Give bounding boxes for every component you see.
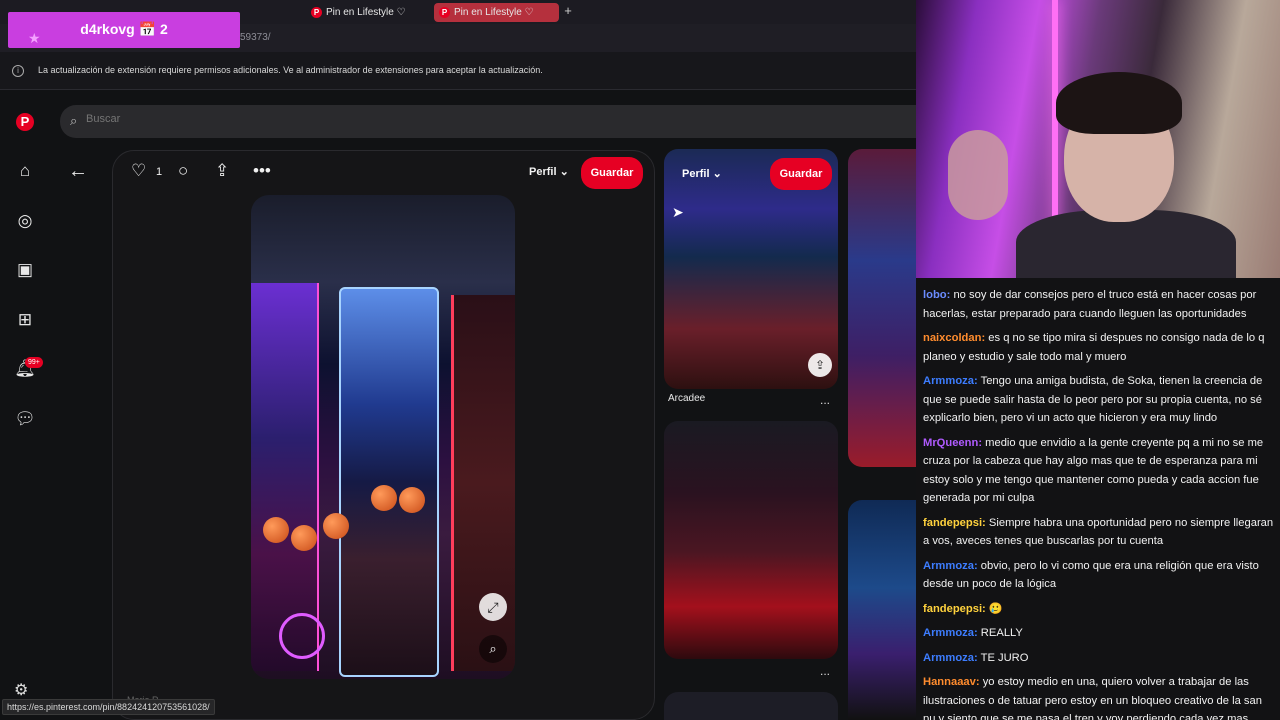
save-button[interactable]: Guardar <box>770 158 832 190</box>
pinterest-favicon-icon: P <box>439 7 450 18</box>
chat-message: Hannaaav: yo estoy medio en una, quiero … <box>923 673 1274 720</box>
extension-notification-bar: i La actualización de extensión requiere… <box>0 52 916 90</box>
related-pin-card[interactable] <box>848 500 916 720</box>
boards-icon[interactable]: ▣ <box>14 259 36 281</box>
visual-search-icon[interactable]: ⌕ <box>479 635 507 663</box>
pin-image[interactable]: ⤢ ⌕ <box>251 195 515 679</box>
link-status-bar: https://es.pinterest.com/pin/88242412075… <box>2 699 215 715</box>
chat-username: lobo: <box>923 289 951 301</box>
settings-gear-icon[interactable]: ⚙ <box>14 680 28 700</box>
browser-tab-active[interactable]: P Pin en Lifestyle ♡ <box>434 3 559 22</box>
webcam-feed <box>916 0 1280 278</box>
basketball <box>291 525 317 551</box>
like-count: 1 <box>156 166 163 178</box>
stream-name-badge: ★ d4rkovg 📅 2 <box>8 12 240 48</box>
search-input[interactable] <box>86 113 586 125</box>
arcade-cabinet-center <box>339 287 439 677</box>
chat-username: naixcoldan: <box>923 332 986 344</box>
basketball <box>263 517 289 543</box>
chat-message: Armmoza: TE JURO <box>923 649 1274 668</box>
chat-username: Hannaaav: <box>923 676 980 688</box>
profile-board-dropdown[interactable]: Perfil ⌄ <box>529 165 569 178</box>
arcade-cabinet-left <box>251 283 319 671</box>
new-tab-button[interactable]: + <box>561 4 575 18</box>
chat-message: lobo: no soy de dar consejos pero el tru… <box>923 286 1274 323</box>
streamer-hair <box>1056 72 1182 134</box>
related-pin-title[interactable]: Arcadee <box>668 393 705 404</box>
search-bar[interactable]: ⌕ <box>60 105 916 138</box>
home-icon[interactable]: ⌂ <box>14 160 36 182</box>
profile-label: Perfil <box>682 168 710 180</box>
stream-name-text: d4rkovg 📅 2 <box>80 21 168 37</box>
pinterest-logo-icon[interactable]: P <box>16 113 34 131</box>
browser-tab[interactable]: P Pin en Lifestyle ♡ <box>306 3 426 22</box>
chat-username: MrQueenn: <box>923 436 983 449</box>
chat-username: Armmoza: <box>923 627 978 639</box>
basketball <box>323 513 349 539</box>
chat-message: fandepepsi: 🥲 <box>923 600 1274 619</box>
pin-toolbar: ♡ 1 ○ ⇪ ••• Perfil ⌄ Guardar <box>113 151 654 195</box>
tab-label: Pin en Lifestyle ♡ <box>454 7 534 18</box>
related-pin-card[interactable] <box>664 692 838 720</box>
comment-icon[interactable]: ○ <box>178 161 188 181</box>
related-pin-card[interactable] <box>664 421 838 659</box>
hand <box>948 130 1008 220</box>
chat-username: Armmoza: <box>923 651 978 664</box>
more-options-icon[interactable]: ... <box>820 664 830 678</box>
chat-text: 🥲 <box>985 602 1003 615</box>
search-icon: ⌕ <box>70 113 78 128</box>
more-options-icon[interactable]: ••• <box>253 161 271 181</box>
screen: { "browser": { "tabs": [ {"label": "Pin … <box>0 0 1280 720</box>
explore-compass-icon[interactable]: ◎ <box>14 210 36 232</box>
share-icon[interactable]: ⇪ <box>215 161 229 181</box>
save-button[interactable]: Guardar <box>581 157 643 189</box>
related-pin-card[interactable] <box>848 149 916 467</box>
back-arrow-icon[interactable]: ← <box>68 160 88 183</box>
mouse-cursor-icon: ➤ <box>672 204 684 220</box>
expand-icon[interactable]: ⤢ <box>479 593 507 621</box>
chat-username: fandepepsi: <box>923 602 986 615</box>
info-icon: i <box>12 65 24 77</box>
stream-chat: lobo: no soy de dar consejos pero el tru… <box>916 278 1280 720</box>
chat-message: Armmoza: obvio, pero lo vi como que era … <box>923 557 1274 594</box>
pinterest-favicon-icon: P <box>311 7 322 18</box>
chat-username: Armmoza: <box>923 375 978 387</box>
profile-board-dropdown[interactable]: Perfil ⌄ <box>682 167 722 180</box>
chat-username: fandepepsi: <box>923 516 986 529</box>
tab-label: Pin en Lifestyle ♡ <box>326 7 406 18</box>
chat-message: MrQueenn: medio que envidio a la gente c… <box>923 434 1274 508</box>
chat-text: no soy de dar consejos pero el truco est… <box>923 289 1257 320</box>
chat-text: REALLY <box>977 627 1023 639</box>
basketball <box>371 485 397 511</box>
heart-icon[interactable]: ♡ <box>131 161 146 181</box>
create-plus-icon[interactable]: ⊞ <box>14 309 36 331</box>
chat-message: naixcoldan: es q no se tipo mira si desp… <box>923 329 1274 366</box>
notification-text: La actualización de extensión requiere p… <box>38 65 543 75</box>
chat-text: TE JURO <box>977 651 1029 664</box>
related-pin-card[interactable]: Perfil ⌄ Guardar ⇪ <box>664 149 838 389</box>
pinterest-sidebar: P ⌂ ◎ ▣ ⊞ 🔔︎ 💬︎ <box>0 90 50 720</box>
chevron-down-icon: ⌄ <box>559 166 569 178</box>
pin-detail-card: ♡ 1 ○ ⇪ ••• Perfil ⌄ Guardar ⤢ ⌕ Mario R… <box>112 150 655 720</box>
chat-message: fandepepsi: Siempre habra una oportunida… <box>923 514 1274 551</box>
profile-label: Perfil <box>529 166 557 178</box>
chat-message: Armmoza: REALLY <box>923 624 1274 643</box>
chat-username: Armmoza: <box>923 559 978 572</box>
more-options-icon[interactable]: ... <box>820 393 830 407</box>
messages-icon[interactable]: 💬︎ <box>14 408 36 430</box>
share-icon[interactable]: ⇪ <box>808 353 832 377</box>
chat-message: Armmoza: Tengo una amiga budista, de Sok… <box>923 372 1274 428</box>
neon-basketball-logo <box>279 613 325 659</box>
basketball <box>399 487 425 513</box>
notification-count-badge: 99+ <box>25 357 43 368</box>
url-text: 59373/ <box>240 32 271 43</box>
